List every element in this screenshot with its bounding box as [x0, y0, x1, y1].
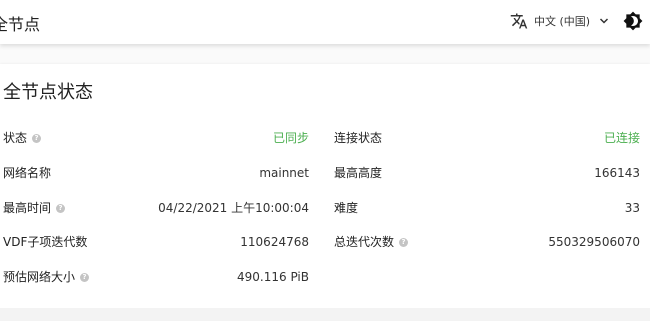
vdf-iterations-row: VDF子项迭代数 110624768 [3, 232, 309, 252]
network-name-value: mainnet [259, 166, 309, 180]
peak-time-label: 最高时间? [3, 198, 66, 218]
connection-status-row: 连接状态 已连接 [334, 128, 640, 148]
status-row: 状态? 已同步 [3, 128, 309, 148]
app-bar: 全节点 中文 (中国) [0, 0, 650, 44]
help-icon[interactable]: ? [32, 134, 42, 143]
difficulty-value: 33 [624, 201, 640, 215]
full-node-status-card: 全节点状态 状态? 已同步 网络名称 mainnet 最高时间? 04/22/2… [0, 64, 650, 308]
brightness-icon[interactable] [623, 11, 643, 31]
peak-height-label: 最高高度 [334, 166, 383, 180]
status-label: 状态? [3, 128, 42, 148]
chevron-down-icon[interactable] [598, 15, 610, 27]
page-title: 全节点 [0, 15, 41, 34]
total-iterations-row: 总迭代次数? 550329506070 [334, 232, 640, 252]
difficulty-label: 难度 [334, 201, 359, 215]
peak-height-value: 166143 [594, 166, 640, 180]
connection-status-value: 已连接 [603, 131, 640, 145]
translate-icon[interactable] [510, 12, 528, 30]
peak-time-row: 最高时间? 04/22/2021 上午10:00:04 [3, 198, 309, 218]
network-space-row: 预估网络大小? 490.116 PiB [3, 267, 309, 287]
status-value: 已同步 [272, 131, 309, 145]
connection-status-label: 连接状态 [334, 131, 383, 145]
language-selector[interactable]: 中文 (中国) [534, 13, 590, 29]
vdf-iterations-value: 110624768 [240, 235, 309, 249]
card-title: 全节点状态 [3, 82, 93, 103]
total-iterations-label: 总迭代次数? [334, 232, 409, 252]
vdf-iterations-label: VDF子项迭代数 [3, 235, 88, 249]
total-iterations-value: 550329506070 [548, 235, 640, 249]
network-space-label: 预估网络大小? [3, 267, 90, 287]
network-space-value: 490.116 PiB [237, 270, 309, 284]
peak-height-row: 最高高度 166143 [334, 163, 640, 183]
network-name-row: 网络名称 mainnet [3, 163, 309, 183]
difficulty-row: 难度 33 [334, 198, 640, 218]
help-icon[interactable]: ? [80, 273, 90, 282]
next-card-edge [0, 308, 650, 321]
help-icon[interactable]: ? [399, 238, 409, 247]
network-name-label: 网络名称 [3, 166, 52, 180]
help-icon[interactable]: ? [56, 204, 66, 213]
peak-time-value: 04/22/2021 上午10:00:04 [158, 201, 309, 215]
